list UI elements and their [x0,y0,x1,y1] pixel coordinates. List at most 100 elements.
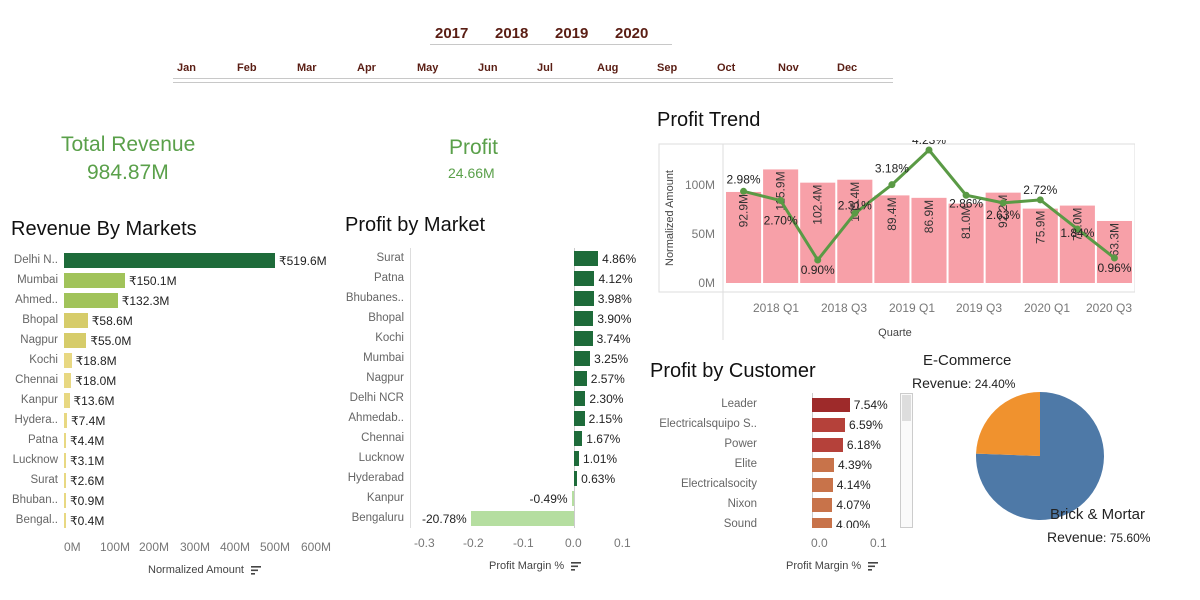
customer-bar[interactable] [812,438,843,452]
month-jun[interactable]: Jun [478,62,498,74]
month-jan[interactable]: Jan [177,62,196,74]
month-filter-divider-2 [173,82,893,83]
profit-market-bar[interactable] [574,291,594,306]
profit-market-value: -0.49% [529,492,568,506]
customer-tick-1: 0.1 [870,536,887,550]
profit-market-bar[interactable] [470,511,574,526]
revenue-bar[interactable] [64,313,88,328]
month-dec[interactable]: Dec [837,62,857,74]
month-may[interactable]: May [417,62,438,74]
revenue-by-markets-title: Revenue By Markets [11,218,197,240]
profit-market-bar[interactable] [574,311,594,326]
revenue-bar[interactable] [64,433,66,448]
profit-market-value: 2.30% [589,392,624,406]
profit-market-value: 1.01% [583,452,618,466]
revenue-bar[interactable] [64,473,66,488]
revenue-bar[interactable] [64,253,275,268]
profit-customer-axis-title-text: Profit Margin % [786,560,862,572]
profit-market-bar[interactable] [574,371,587,386]
revenue-value-label: ₹3.1M [70,454,105,468]
sort-icon[interactable] [251,565,262,575]
revenue-bar[interactable] [64,273,125,288]
customer-label: Electricalsocity [680,478,757,490]
profit-market-bar[interactable] [574,471,578,486]
profit-market-bar[interactable] [574,271,595,286]
profit-market-bar[interactable] [574,411,585,426]
revenue-value-label: ₹519.6M [279,254,327,268]
customer-label: Electricalsquipo S.. [659,418,757,430]
revenue-bar[interactable] [64,493,66,508]
year-2018[interactable]: 2018 [495,25,528,42]
profit-market-bar[interactable] [574,251,599,266]
customer-scrollbar-thumb[interactable] [902,395,911,421]
brick-label: Revenue: 75.60% [1047,529,1150,547]
profit-market-bar[interactable] [574,431,583,446]
revenue-axis-tick: 0M [64,540,81,554]
profit-market-bar[interactable] [571,491,574,506]
total-revenue-title: Total Revenue [61,133,196,156]
profit-market-value: 1.67% [586,432,621,446]
month-apr[interactable]: Apr [357,62,376,74]
revenue-value-label: ₹7.4M [71,414,106,428]
revenue-axis-tick: 600M [301,540,332,554]
revenue-bar[interactable] [64,393,70,408]
profit-market-bar[interactable] [574,391,586,406]
revenue-market-label: Kochi [29,354,58,366]
month-nov[interactable]: Nov [778,62,799,74]
profit-market-value: 4.12% [598,272,633,286]
sort-icon[interactable] [571,561,582,571]
revenue-axis-title-text: Normalized Amount [148,564,244,576]
revenue-axis-tick: 400M [220,540,251,554]
year-2017[interactable]: 2017 [435,25,468,42]
pbm-axis-tick: 0.1 [614,536,631,550]
profit-market-label: Surat [376,252,405,264]
profit-market-value: 3.74% [596,332,631,346]
month-jul[interactable]: Jul [537,62,553,74]
pbm-axis-tick: -0.2 [463,536,484,550]
profit-market-axis-title-text: Profit Margin % [489,560,565,572]
revenue-bar[interactable] [64,413,67,428]
month-mar[interactable]: Mar [297,62,317,74]
revenue-bar[interactable] [64,373,72,388]
revenue-bar[interactable] [64,453,66,468]
customer-bar[interactable] [812,498,833,512]
total-revenue-value: 984.87M [87,161,169,184]
customer-scrollbar[interactable] [900,393,913,528]
customer-bar[interactable] [812,478,833,492]
revenue-bar[interactable] [64,293,118,308]
revenue-bar[interactable] [64,353,72,368]
profit-market-label: Nagpur [366,372,404,384]
profit-market-bar[interactable] [574,451,580,466]
revenue-value-label: ₹55.0M [90,334,132,348]
brick-value: : 75.60% [1103,531,1151,545]
customer-bar[interactable] [812,418,845,432]
customer-bar[interactable] [812,458,834,472]
profit-market-value: 2.15% [588,412,623,426]
revenue-market-label: Lucknow [12,454,58,466]
profit-by-customer-viewport: Leader 7.54% Electricalsquipo S.. 6.59% Powe… [645,393,915,528]
year-2019[interactable]: 2019 [555,25,588,42]
profit-market-value: 2.57% [590,372,625,386]
month-aug[interactable]: Aug [597,62,618,74]
ecommerce-value: : 24.40% [968,377,1016,391]
customer-bar[interactable] [812,518,832,528]
month-feb[interactable]: Feb [237,62,257,74]
revenue-bar[interactable] [64,333,87,348]
trend-margin-point [740,187,748,195]
month-sep[interactable]: Sep [657,62,677,74]
profit-market-bar[interactable] [574,351,591,366]
year-2020[interactable]: 2020 [615,25,648,42]
revenue-value-label: ₹58.6M [91,314,133,328]
trend-bar-label: 81.0M [959,206,973,239]
ecommerce-slice[interactable] [976,392,1040,456]
month-oct[interactable]: Oct [717,62,735,74]
revenue-market-label: Chennai [15,374,58,386]
customer-bar[interactable] [812,398,850,412]
sort-icon[interactable] [868,561,879,571]
revenue-value-label: ₹0.9M [70,494,105,508]
profit-trend-chart: 92.9M115.9M 102.4M 105.4M 89.4M 86.9M 81.0M 92… [658,140,1135,340]
trend-y-axis-title: Normalized Amount [664,170,676,266]
revenue-market-label: Kanpur [20,394,58,406]
profit-market-bar[interactable] [574,331,593,346]
revenue-bar[interactable] [64,513,66,528]
